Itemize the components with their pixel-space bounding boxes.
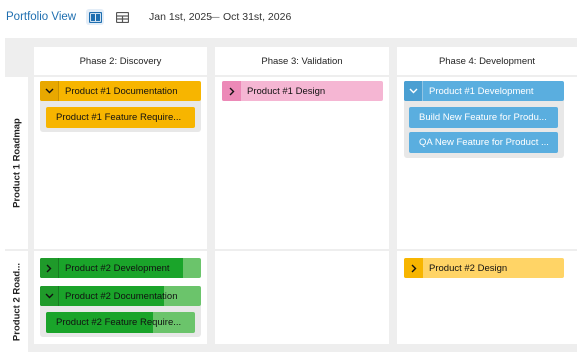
row-label-text: Product 2 Road... [11,262,22,341]
split-view-icon [88,11,102,23]
roadmap-subcard[interactable]: QA New Feature for Product ... [409,132,558,153]
date-range-start[interactable]: Jan 1st, 2025 [149,11,212,23]
roadmap-card[interactable]: Product #1 Design [222,81,383,101]
card-label: Product #2 Documentation [65,290,178,302]
card-label: Product #1 Feature Require... [56,112,182,123]
page-title: Portfolio View [6,11,77,23]
chevron-down-icon[interactable] [40,81,59,101]
roadmap-board: Phase 2: Discovery Phase 3: Validation P… [5,38,577,352]
cell-r1-validation [215,77,389,249]
card-label: Build New Feature for Produ... [419,112,547,123]
chevron-right-icon[interactable] [222,81,241,101]
card-label: Product #1 Design [247,85,326,97]
roadmap-card[interactable]: Product #2 Documentation [40,286,201,306]
column-header-validation: Phase 3: Validation [215,47,389,75]
row-label-text: Product 1 Roadmap [11,118,22,208]
top-bar: Portfolio View Jan 1st, 2025 — Oct 31st,… [0,0,577,36]
roadmap-subcard[interactable]: Product #1 Feature Require... [46,107,195,128]
row-label-product-1: Product 1 Roadmap [5,77,28,249]
roadmap-card[interactable]: Product #1 Development [404,81,564,101]
table-view-icon [115,11,129,23]
card-label: Product #2 Design [429,262,508,274]
split-view-button[interactable] [86,9,104,25]
date-range-end[interactable]: Oct 31st, 2026 [223,11,291,23]
chevron-right-icon[interactable] [404,258,423,278]
roadmap-subcard[interactable]: Build New Feature for Produ... [409,107,558,128]
roadmap-card[interactable]: Product #2 Development [40,258,201,278]
roadmap-card[interactable]: Product #2 Design [404,258,564,278]
date-range-separator: — [209,11,220,23]
card-label: Product #1 Development [429,85,534,97]
chevron-right-icon[interactable] [40,258,59,278]
chevron-down-icon[interactable] [40,286,59,306]
table-view-button[interactable] [113,9,131,25]
row-label-product-2: Product 2 Road... [5,251,28,352]
column-header-development: Phase 4: Development [397,47,577,75]
chevron-down-icon[interactable] [404,81,423,101]
roadmap-subcard[interactable]: Product #2 Feature Require... [46,312,195,333]
roadmap-card[interactable]: Product #1 Documentation [40,81,201,101]
card-label: Product #1 Documentation [65,85,178,97]
card-label: QA New Feature for Product ... [419,137,549,148]
column-header-discovery: Phase 2: Discovery [34,47,207,75]
card-label: Product #2 Development [65,262,170,274]
cell-r2-validation [215,251,389,344]
card-label: Product #2 Feature Require... [56,317,182,328]
